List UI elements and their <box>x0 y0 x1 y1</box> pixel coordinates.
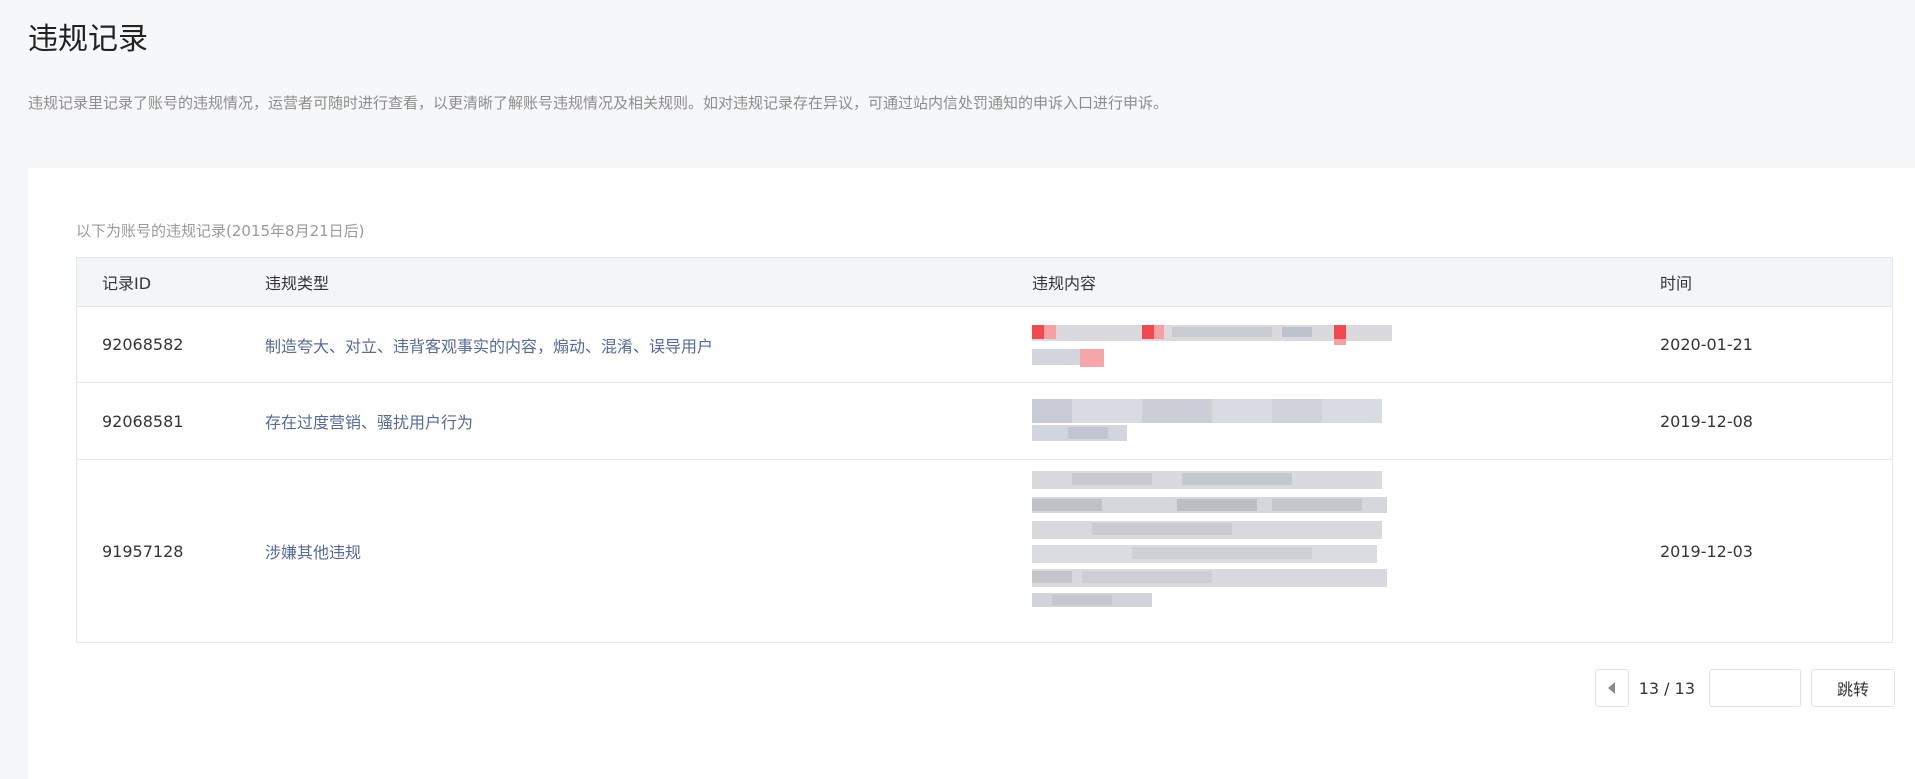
record-id: 92068581 <box>102 411 184 431</box>
table-row: 92068581 存在过度营销、骚扰用户行为 2019-12-08 <box>77 383 1892 460</box>
violation-content-redacted <box>1032 465 1660 637</box>
caret-left-icon <box>1608 682 1616 694</box>
page-jump-input[interactable] <box>1709 669 1801 707</box>
pixelated-content <box>1032 471 1387 607</box>
violation-type-link[interactable]: 涉嫌其他违规 <box>265 539 1032 563</box>
pixelated-content <box>1032 324 1392 367</box>
violation-type-link[interactable]: 制造夸大、对立、违背客观事实的内容，煽动、混淆、误导用户 <box>265 333 1032 357</box>
violation-content-redacted <box>1032 395 1660 447</box>
violation-content-redacted <box>1032 319 1660 371</box>
violation-type-link[interactable]: 存在过度营销、骚扰用户行为 <box>265 409 1032 433</box>
page-jump-button[interactable]: 跳转 <box>1811 669 1895 707</box>
prev-page-button[interactable] <box>1594 669 1629 707</box>
table-row: 91957128 涉嫌其他违规 2019-12-03 <box>77 460 1892 642</box>
record-time: 2019-12-03 <box>1660 541 1753 561</box>
page-title: 违规记录 <box>28 22 148 57</box>
pagination: 13 / 13 跳转 <box>1594 669 1895 707</box>
record-time: 2020-01-21 <box>1660 335 1753 354</box>
record-time: 2019-12-08 <box>1660 411 1753 431</box>
header-time: 时间 <box>1660 274 1693 293</box>
records-panel: 以下为账号的违规记录(2015年8月21日后) 记录ID 违规类型 违规内容 时… <box>28 168 1915 779</box>
record-id: 92068582 <box>102 335 184 354</box>
table-header: 记录ID 违规类型 违规内容 时间 <box>77 258 1892 307</box>
record-id: 91957128 <box>102 541 184 561</box>
table-row: 92068582 制造夸大、对立、违背客观事实的内容，煽动、混淆、误导用户 20… <box>77 307 1892 383</box>
page-indicator: 13 / 13 <box>1638 678 1695 698</box>
page-description: 违规记录里记录了账号的违规情况，运营者可随时进行查看，以更清晰了解账号违规情况及… <box>28 94 1169 112</box>
pixelated-content <box>1032 399 1382 441</box>
violation-table: 记录ID 违规类型 违规内容 时间 92068582 制造夸大、对立、违背客观事… <box>76 257 1893 643</box>
header-record-id: 记录ID <box>102 274 152 293</box>
header-violation-content: 违规内容 <box>1032 274 1097 293</box>
header-violation-type: 违规类型 <box>265 274 330 293</box>
records-intro: 以下为账号的违规记录(2015年8月21日后) <box>76 222 365 240</box>
